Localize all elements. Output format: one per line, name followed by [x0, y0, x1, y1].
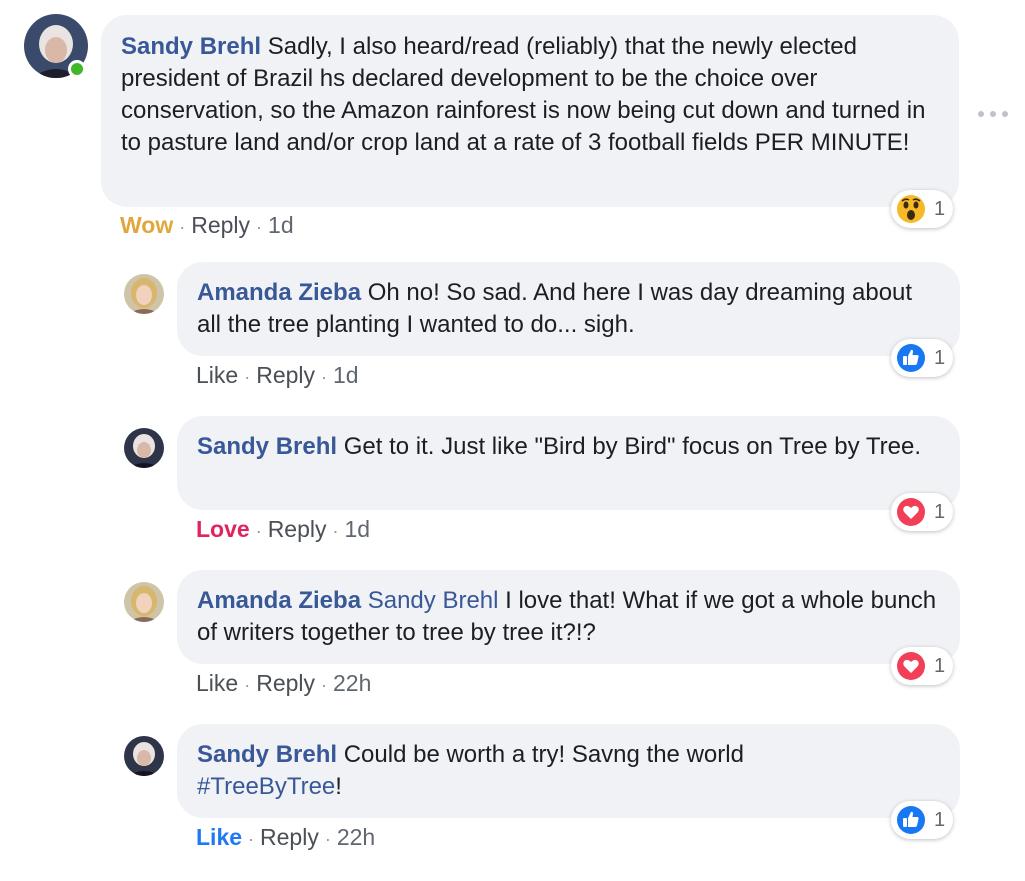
separator: ·: [179, 217, 186, 237]
reply-button[interactable]: Reply: [256, 362, 315, 388]
hashtag-link[interactable]: #TreeByTree: [197, 773, 335, 800]
comment-text-end: !: [335, 773, 342, 800]
reaction-summary[interactable]: 1: [891, 339, 954, 377]
mention-link[interactable]: Sandy Brehl: [368, 587, 499, 614]
reply-button[interactable]: Reply: [256, 670, 315, 696]
avatar[interactable]: [124, 582, 164, 622]
comment-sandy-brehl-1: Sandy Brehl Sadly, I also heard/read (re…: [0, 0, 1025, 250]
separator: ·: [321, 367, 328, 387]
love-heart-icon: [897, 652, 925, 680]
reaction-count: 1: [934, 197, 946, 220]
comment-author[interactable]: Sandy Brehl: [197, 433, 337, 460]
like-button[interactable]: Like: [196, 670, 238, 696]
online-status-indicator: [68, 60, 86, 78]
comment-text: Get to it. Just like "Bird by Bird" focu…: [343, 433, 921, 460]
reaction-button-love[interactable]: Love: [196, 516, 250, 542]
reaction-summary[interactable]: 1: [891, 493, 954, 531]
like-button[interactable]: Like: [196, 362, 238, 388]
reply-amanda-zieba-2: Amanda Zieba Sandy Brehl I love that! Wh…: [0, 570, 1025, 710]
comment-actions: Like · Reply · 1d: [196, 360, 359, 392]
like-thumb-icon: [897, 806, 925, 834]
timestamp[interactable]: 1d: [268, 212, 294, 238]
wow-emoji-icon: [897, 195, 925, 223]
separator: ·: [321, 675, 328, 695]
reaction-count: 1: [934, 654, 946, 677]
reply-sandy-brehl-2: Sandy Brehl Could be worth a try! Savng …: [0, 724, 1025, 864]
timestamp[interactable]: 1d: [333, 362, 359, 388]
comment-actions: Wow · Reply · 1d: [120, 210, 294, 242]
comment-bubble: Sandy Brehl Sadly, I also heard/read (re…: [101, 15, 959, 207]
reaction-button-wow[interactable]: Wow: [120, 212, 173, 238]
separator: ·: [324, 829, 331, 849]
comment-actions: Like · Reply · 22h: [196, 822, 375, 854]
reaction-count: 1: [934, 808, 946, 831]
reply-amanda-zieba-1: Amanda Zieba Oh no! So sad. And here I w…: [0, 262, 1025, 402]
reaction-summary[interactable]: 1: [891, 190, 954, 228]
comment-bubble: Amanda Zieba Sandy Brehl I love that! Wh…: [177, 570, 960, 664]
reaction-count: 1: [934, 500, 946, 523]
comment-actions: Like · Reply · 22h: [196, 668, 371, 700]
comment-bubble: Sandy Brehl Get to it. Just like "Bird b…: [177, 416, 960, 510]
avatar[interactable]: [124, 428, 164, 468]
reply-button[interactable]: Reply: [260, 824, 319, 850]
like-thumb-icon: [897, 344, 925, 372]
avatar[interactable]: [124, 736, 164, 776]
comment-author[interactable]: Amanda Zieba: [197, 587, 361, 614]
reply-button[interactable]: Reply: [268, 516, 327, 542]
separator: ·: [332, 521, 339, 541]
comment-text: Could be worth a try! Savng the world: [343, 741, 744, 768]
separator: ·: [255, 521, 262, 541]
reaction-summary[interactable]: 1: [891, 647, 954, 685]
reaction-button-like[interactable]: Like: [196, 824, 242, 850]
separator: ·: [248, 829, 255, 849]
reaction-summary[interactable]: 1: [891, 801, 954, 839]
comment-actions: Love · Reply · 1d: [196, 514, 370, 546]
ellipsis-icon[interactable]: [978, 104, 1008, 124]
comment-bubble: Sandy Brehl Could be worth a try! Savng …: [177, 724, 960, 818]
comment-author[interactable]: Sandy Brehl: [197, 741, 337, 768]
separator: ·: [256, 217, 263, 237]
reaction-count: 1: [934, 346, 946, 369]
comment-bubble: Amanda Zieba Oh no! So sad. And here I w…: [177, 262, 960, 356]
timestamp[interactable]: 1d: [345, 516, 371, 542]
timestamp[interactable]: 22h: [333, 670, 371, 696]
comment-author[interactable]: Amanda Zieba: [197, 279, 361, 306]
avatar[interactable]: [124, 274, 164, 314]
reply-sandy-brehl-1: Sandy Brehl Get to it. Just like "Bird b…: [0, 416, 1025, 556]
timestamp[interactable]: 22h: [337, 824, 375, 850]
comment-author[interactable]: Sandy Brehl: [121, 33, 261, 60]
separator: ·: [244, 675, 251, 695]
reply-button[interactable]: Reply: [191, 212, 250, 238]
separator: ·: [244, 367, 251, 387]
love-heart-icon: [897, 498, 925, 526]
